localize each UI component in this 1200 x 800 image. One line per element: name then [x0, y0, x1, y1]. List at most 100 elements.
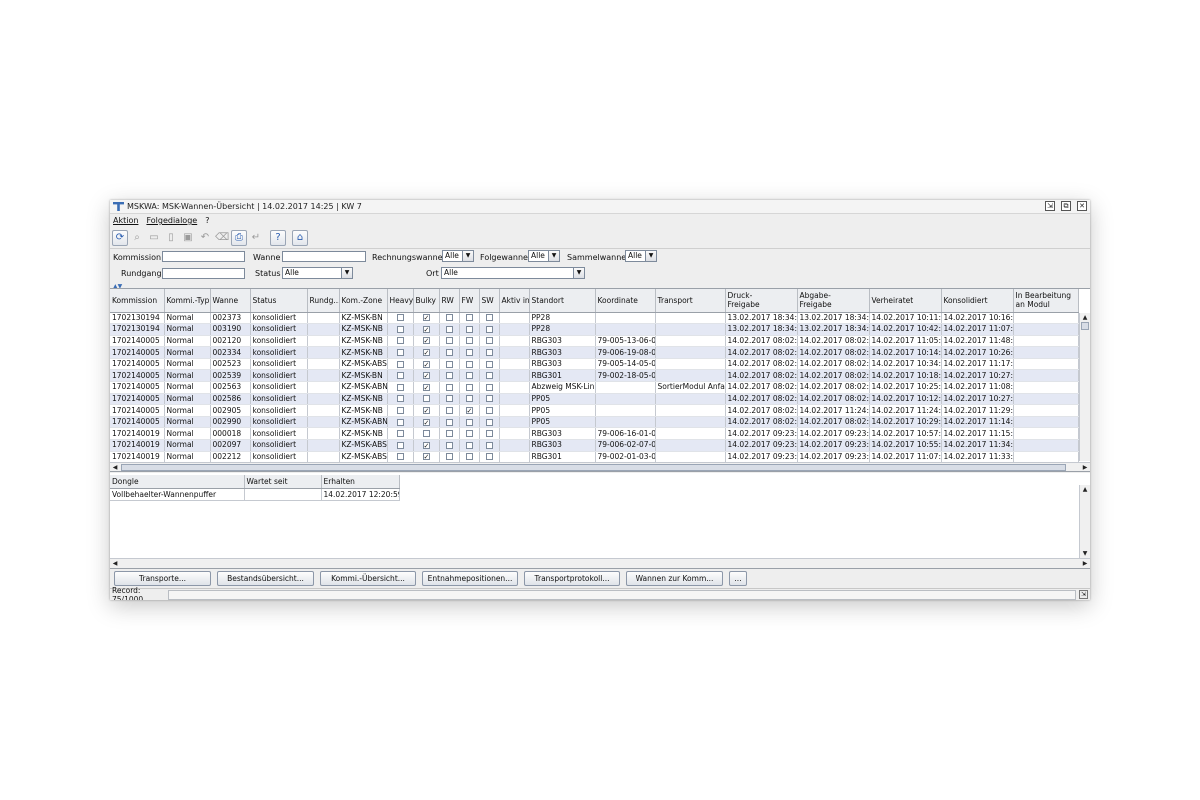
bestandsuebersicht-button[interactable]: Bestandsübersicht... — [217, 571, 314, 586]
bulky-checkbox[interactable]: ✓ — [422, 314, 430, 322]
print-icon[interactable]: ⎙ — [231, 229, 247, 246]
table-row[interactable]: 1702140019 Normal 002212 konsolidiert KZ-MSK… — [110, 451, 1079, 464]
bulky-checkbox[interactable]: ✓ — [422, 337, 430, 345]
minimize-icon[interactable]: ⇲ — [1045, 201, 1055, 211]
kommi-typ-column-header[interactable]: Kommi.-Typ — [164, 289, 211, 313]
fw-checkbox[interactable] — [465, 453, 473, 461]
detail-vertical-scrollbar[interactable]: ▲ ▼ — [1079, 485, 1090, 558]
heavy-checkbox[interactable] — [396, 337, 404, 345]
table-row[interactable]: 1702140005 Normal 002539 konsolidiert KZ-MSK… — [110, 369, 1079, 383]
table-row[interactable]: 1702140005 Normal 002905 konsolidiert KZ-MSK… — [110, 404, 1079, 417]
heavy-checkbox[interactable] — [396, 383, 404, 391]
fw-column-header[interactable]: FW — [459, 289, 480, 313]
transportprotokoll-button[interactable]: Transportprotokoll... — [524, 571, 620, 586]
fw-checkbox[interactable] — [465, 314, 473, 322]
table-row[interactable]: 1702140019 Normal 002097 konsolidiert KZ-MSK… — [110, 439, 1079, 452]
rw-checkbox[interactable] — [445, 441, 453, 449]
home-icon[interactable]: ⌂ — [292, 229, 308, 246]
heavy-checkbox[interactable] — [396, 395, 404, 403]
delete-icon[interactable]: ⌫ — [214, 230, 230, 246]
bulky-checkbox[interactable]: ✓ — [422, 418, 430, 426]
grid-hscroll-thumb[interactable] — [121, 464, 1066, 471]
rw-checkbox[interactable] — [445, 383, 453, 391]
fw-checkbox[interactable] — [465, 325, 473, 333]
kom-zone-column-header[interactable]: Kom.-Zone — [339, 289, 388, 313]
kommi-uebersicht-button[interactable]: Kommi.-Übersicht... — [320, 571, 416, 586]
rw-checkbox[interactable] — [445, 407, 453, 415]
wanne-column-header[interactable]: Wanne — [210, 289, 251, 313]
rundgang-column-header[interactable]: Rundg... — [307, 289, 340, 313]
rw-checkbox[interactable] — [445, 372, 453, 380]
new-document-icon[interactable]: ▭ — [146, 230, 162, 246]
bulky-checkbox[interactable]: ✓ — [422, 453, 430, 461]
fw-checkbox[interactable] — [465, 395, 473, 403]
rw-checkbox[interactable] — [445, 453, 453, 461]
menu-folgedialoge[interactable]: Folgedialoge — [146, 216, 197, 225]
rw-column-header[interactable]: RW — [439, 289, 460, 313]
bulky-checkbox[interactable]: ✓ — [422, 441, 430, 449]
verheiratet-column-header[interactable]: Verheiratet — [869, 289, 942, 313]
table-row[interactable]: 1702130194 Normal 002373 konsolidiert KZ-MSK… — [110, 312, 1079, 325]
fw-checkbox[interactable] — [465, 441, 473, 449]
menu-aktion[interactable]: Aktion — [113, 216, 138, 225]
in-bearbeitung-column-header[interactable]: In Bearbeitung an Modul — [1013, 289, 1079, 313]
sw-checkbox[interactable] — [485, 360, 493, 368]
bulky-checkbox[interactable]: ✓ — [422, 407, 430, 415]
fw-checkbox[interactable] — [465, 383, 473, 391]
table-row[interactable]: 1702140005 Normal 002120 konsolidiert KZ-MSK… — [110, 335, 1079, 348]
undo-icon[interactable]: ↶ — [197, 230, 213, 246]
transporte-button[interactable]: Transporte... — [114, 571, 211, 586]
wanne-input[interactable] — [282, 251, 366, 262]
scroll-left-icon[interactable]: ◀ — [110, 463, 120, 471]
fw-checkbox[interactable] — [465, 418, 473, 426]
folgewanne-select[interactable]: Alle ▼ — [528, 250, 560, 262]
more-button[interactable]: ... — [729, 571, 747, 586]
return-icon[interactable]: ↵ — [248, 230, 264, 246]
status-column-header[interactable]: Status — [250, 289, 308, 313]
table-row[interactable]: 1702140019 Normal 000018 konsolidiert KZ-MSK… — [110, 427, 1079, 441]
druck-freigabe-column-header[interactable]: Druck- Freigabe — [725, 289, 798, 313]
standort-column-header[interactable]: Standort — [529, 289, 596, 313]
entnahmepositionen-button[interactable]: Entnahmepositionen... — [422, 571, 518, 586]
grid-vertical-scrollbar[interactable]: ▲ — [1079, 313, 1090, 461]
transport-column-header[interactable]: Transport — [655, 289, 726, 313]
sw-checkbox[interactable] — [485, 325, 493, 333]
fw-checkbox[interactable] — [465, 372, 473, 380]
heavy-checkbox[interactable] — [396, 349, 404, 357]
table-row[interactable]: 1702140005 Normal 002586 konsolidiert KZ-MSK… — [110, 393, 1079, 406]
sw-checkbox[interactable] — [485, 383, 493, 391]
dongle-column-header[interactable]: Dongle — [110, 475, 245, 489]
close-icon[interactable]: ✕ — [1077, 201, 1087, 211]
abgabe-freigabe-column-header[interactable]: Abgabe- Freigabe — [797, 289, 870, 313]
restore-icon[interactable]: ⧉ — [1061, 201, 1071, 211]
heavy-checkbox[interactable] — [396, 453, 404, 461]
sw-checkbox[interactable] — [485, 395, 493, 403]
rundgang-input[interactable] — [162, 268, 245, 279]
kommission-column-header[interactable]: Kommission — [110, 289, 165, 313]
zoom-icon[interactable]: ⌕ — [129, 230, 145, 246]
sw-checkbox[interactable] — [485, 418, 493, 426]
menu-help[interactable]: ? — [205, 216, 209, 225]
table-row[interactable]: 1702140005 Normal 002523 konsolidiert KZ-MSK… — [110, 358, 1079, 371]
koordinate-column-header[interactable]: Koordinate — [595, 289, 656, 313]
heavy-checkbox[interactable] — [396, 430, 404, 438]
grid-horizontal-scrollbar[interactable]: ◀ ▶ — [110, 462, 1090, 471]
detail-horizontal-scrollbar[interactable]: ◀ ▶ — [110, 558, 1090, 568]
kommission-input[interactable] — [162, 251, 245, 262]
scroll-left-icon[interactable]: ◀ — [110, 559, 120, 568]
scroll-up-icon[interactable]: ▲ — [1080, 485, 1090, 494]
heavy-checkbox[interactable] — [396, 360, 404, 368]
sw-checkbox[interactable] — [485, 314, 493, 322]
rw-checkbox[interactable] — [445, 314, 453, 322]
rw-checkbox[interactable] — [445, 395, 453, 403]
rechnungswanne-select[interactable]: Alle ▼ — [442, 250, 474, 262]
help-icon[interactable]: ? — [270, 229, 286, 246]
rw-checkbox[interactable] — [445, 325, 453, 333]
sw-checkbox[interactable] — [485, 372, 493, 380]
sw-checkbox[interactable] — [485, 453, 493, 461]
heavy-checkbox[interactable] — [396, 325, 404, 333]
bulky-checkbox[interactable] — [422, 395, 430, 403]
resize-grip-icon[interactable]: ⇲ — [1079, 590, 1088, 599]
sammelwanne-select[interactable]: Alle ▼ — [625, 250, 657, 262]
fw-checkbox[interactable] — [465, 337, 473, 345]
